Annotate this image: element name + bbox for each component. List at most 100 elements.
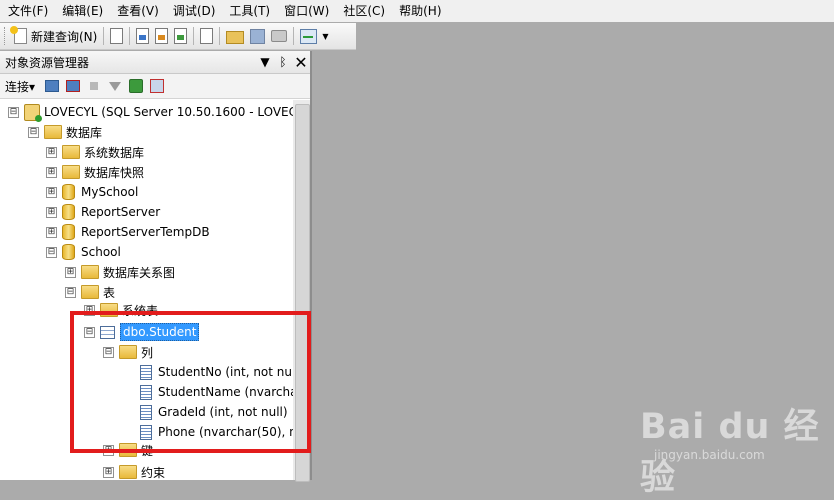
- tree-label: GradeId (int, not null): [158, 405, 288, 419]
- collapse-icon[interactable]: ⊟: [84, 326, 95, 338]
- expand-icon[interactable]: ⊞: [65, 266, 76, 278]
- new-query-icon: [10, 26, 27, 44]
- folder-icon: [119, 345, 137, 359]
- xmla-query-icon: [174, 28, 188, 44]
- menu-window[interactable]: 窗口(W): [278, 0, 335, 22]
- tree-label: 约束: [141, 465, 166, 480]
- tree-label: 列: [141, 345, 154, 360]
- tree-label: 表: [103, 285, 116, 300]
- tree-node-reportservertempdb[interactable]: ⊞ ReportServerTempDB: [0, 222, 293, 242]
- vertical-scrollbar[interactable]: [293, 100, 310, 482]
- stop-button[interactable]: [85, 77, 103, 95]
- tree-node-system-databases[interactable]: ⊞ 系统数据库: [0, 142, 293, 162]
- query-document-icon: [110, 28, 124, 44]
- expand-icon[interactable]: ⊞: [46, 226, 57, 238]
- tree-label: ReportServer: [81, 205, 161, 219]
- close-icon[interactable]: ✕: [292, 53, 310, 72]
- collapse-icon[interactable]: ⊟: [28, 126, 39, 138]
- toolbar-grip[interactable]: [4, 27, 8, 45]
- tree-node-myschool[interactable]: ⊞ MySchool: [0, 182, 293, 202]
- refresh-button[interactable]: [127, 77, 145, 95]
- database-icon: [62, 204, 75, 220]
- toolbar-separator: [219, 27, 221, 45]
- analysis-services-mdx-query-button[interactable]: [133, 25, 152, 47]
- column-icon: [140, 384, 152, 400]
- menu-community[interactable]: 社区(C): [337, 0, 391, 22]
- tree-node-constraints[interactable]: ⊞ 约束: [0, 462, 293, 480]
- new-file-icon: [200, 28, 214, 44]
- analysis-services-dmx-query-button[interactable]: [152, 25, 171, 47]
- menu-view[interactable]: 查看(V): [111, 0, 165, 22]
- scrollbar-thumb[interactable]: [295, 104, 310, 482]
- collapse-icon[interactable]: ⊟: [65, 286, 76, 298]
- tree-node-dbo-student[interactable]: ⊟ dbo.Student: [0, 322, 293, 342]
- expand-icon[interactable]: ⊞: [84, 304, 95, 316]
- tree-label-selected: dbo.Student: [120, 323, 200, 341]
- expand-icon[interactable]: ⊞: [46, 166, 57, 178]
- tree-label: 键: [141, 443, 154, 458]
- tree-node-column-studentname[interactable]: StudentName (nvarcha: [0, 382, 293, 402]
- tree-node-system-tables[interactable]: ⊞ 系统表: [0, 300, 293, 320]
- connect-button[interactable]: 连接▾: [5, 78, 35, 95]
- new-file-button[interactable]: [197, 25, 216, 47]
- tree-node-server[interactable]: ⊟ LOVECYL (SQL Server 10.50.1600 - LOVEC…: [0, 102, 293, 122]
- menu-edit[interactable]: 编辑(E): [56, 0, 109, 22]
- baidu-jingyan-watermark-url: jingyan.baidu.com: [654, 448, 765, 462]
- folder-icon: [100, 303, 118, 317]
- disconnect-button[interactable]: [64, 77, 82, 95]
- tree-node-keys[interactable]: ⊞ 键: [0, 440, 293, 460]
- object-tree: ⊟ LOVECYL (SQL Server 10.50.1600 - LOVEC…: [0, 100, 293, 480]
- open-file-button[interactable]: [223, 25, 247, 47]
- tree-node-databases[interactable]: ⊟ 数据库: [0, 122, 293, 142]
- tree-node-columns[interactable]: ⊟ 列: [0, 342, 293, 362]
- menu-debug[interactable]: 调试(D): [167, 0, 222, 22]
- connect-object-explorer-button[interactable]: [43, 77, 61, 95]
- tree-node-column-gradeid[interactable]: GradeId (int, not null): [0, 402, 293, 422]
- tree-node-tables[interactable]: ⊟ 表: [0, 282, 293, 302]
- collapse-icon[interactable]: ⊟: [8, 106, 19, 118]
- expand-icon[interactable]: ⊞: [46, 146, 57, 158]
- menu-tools[interactable]: 工具(T): [223, 0, 276, 22]
- tree-node-database-diagrams[interactable]: ⊞ 数据库关系图: [0, 262, 293, 282]
- activity-monitor-button[interactable]: [297, 25, 320, 47]
- folder-icon: [62, 165, 80, 179]
- object-explorer-panel: 对象资源管理器 ▼ ᛒ ✕ 连接▾ ⊟ LOVECYL (SQL Server …: [0, 51, 312, 482]
- server-icon: [24, 103, 42, 122]
- tree-label: 系统表: [122, 303, 159, 318]
- tree-node-school[interactable]: ⊟ School: [0, 242, 293, 262]
- expand-icon[interactable]: ⊞: [46, 186, 57, 198]
- filter-button[interactable]: [106, 77, 124, 95]
- analysis-services-xmla-query-button[interactable]: [171, 25, 190, 47]
- dropdown-arrow-icon: ▾: [29, 79, 36, 94]
- new-query-button[interactable]: 新建查询(N): [10, 25, 100, 47]
- tree-node-column-studentno[interactable]: StudentNo (int, not nul: [0, 362, 293, 382]
- toolbar-overflow-icon[interactable]: ▼: [322, 32, 328, 41]
- save-button[interactable]: [247, 25, 268, 47]
- database-engine-query-button[interactable]: [107, 25, 126, 47]
- database-icon: [62, 184, 75, 200]
- activity-monitor-panel-button[interactable]: [148, 77, 166, 95]
- menu-file[interactable]: 文件(F): [2, 0, 54, 22]
- column-icon: [140, 424, 152, 440]
- expand-icon[interactable]: ⊞: [103, 444, 114, 456]
- tree-label: 数据库关系图: [103, 265, 176, 280]
- column-icon: [140, 404, 152, 420]
- tree-node-column-phone[interactable]: Phone (nvarchar(50), n: [0, 422, 293, 442]
- tree-label: MySchool: [81, 185, 139, 199]
- auto-hide-pin-icon[interactable]: ᛒ: [274, 55, 292, 69]
- tree-node-database-snapshots[interactable]: ⊞ 数据库快照: [0, 162, 293, 182]
- connect-label: 连接: [5, 79, 30, 94]
- open-folder-icon: [226, 31, 245, 44]
- menu-help[interactable]: 帮助(H): [393, 0, 447, 22]
- print-button[interactable]: [268, 25, 290, 47]
- database-icon: [62, 224, 75, 240]
- tree-label: 系统数据库: [84, 145, 145, 160]
- mdx-query-icon: [136, 28, 150, 44]
- collapse-icon[interactable]: ⊟: [103, 346, 114, 358]
- expand-icon[interactable]: ⊞: [103, 466, 114, 478]
- collapse-icon[interactable]: ⊟: [46, 246, 57, 258]
- tree-node-reportserver[interactable]: ⊞ ReportServer: [0, 202, 293, 222]
- save-icon: [250, 28, 266, 44]
- window-position-icon[interactable]: ▼: [256, 55, 274, 69]
- expand-icon[interactable]: ⊞: [46, 206, 57, 218]
